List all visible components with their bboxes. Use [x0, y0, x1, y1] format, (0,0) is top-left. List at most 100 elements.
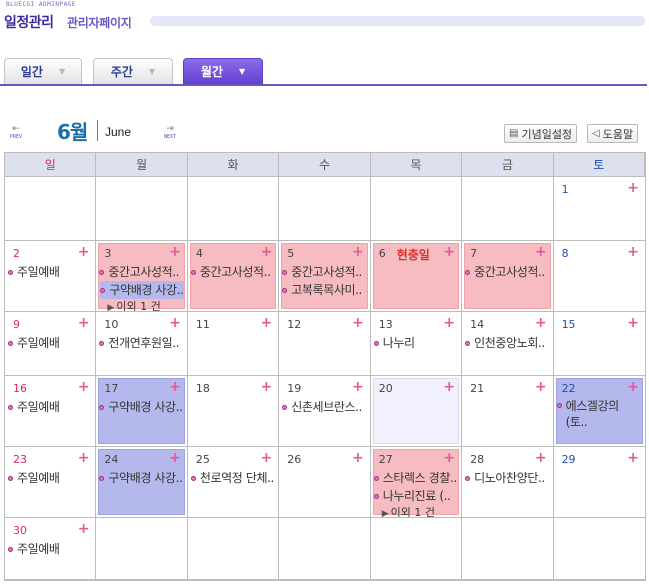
day-cell[interactable]: 24 + 구약배경 사강..	[96, 447, 188, 518]
event-item[interactable]: 나누리	[373, 334, 459, 352]
day-cell[interactable]: 4 + 중간고사성적..	[187, 241, 280, 312]
day-cell[interactable]: 11 +	[187, 312, 280, 376]
month-separator	[97, 120, 98, 141]
day-cell[interactable]: 2 + 주일예배	[5, 241, 97, 312]
event-item[interactable]: 고복록목사미..	[282, 281, 367, 299]
add-event-icon[interactable]: +	[169, 316, 181, 330]
event-item[interactable]: 천로역정 단체..	[190, 469, 276, 487]
brand-small-text: BLUECGI ADMINPAGE	[6, 1, 76, 8]
add-event-icon[interactable]: +	[535, 316, 547, 330]
day-cell[interactable]: 1 +	[553, 177, 645, 241]
day-cell[interactable]: 13 + 나누리	[370, 312, 463, 376]
event-item[interactable]: 주일예배	[8, 398, 93, 416]
bullet-icon	[99, 340, 105, 346]
event-item[interactable]: 중간고사성적..	[465, 263, 550, 281]
add-event-icon[interactable]: +	[443, 245, 455, 259]
tab-weekly[interactable]: 주간 ▼	[93, 58, 173, 84]
day-cell[interactable]: 7 + 중간고사성적..	[462, 241, 554, 312]
event-item[interactable]: 인천중앙노회..	[465, 334, 550, 352]
prev-month-button[interactable]: ⇤ PREV	[5, 124, 27, 141]
anniversary-settings-button[interactable]: ▤ 기념일설정	[504, 124, 578, 143]
day-cell[interactable]: 25 + 천로역정 단체..	[187, 447, 280, 518]
day-cell[interactable]: 28 + 디노아찬양단..	[462, 447, 554, 518]
day-cell[interactable]: 10 + 전개연후원일..	[96, 312, 188, 376]
add-event-icon[interactable]: +	[352, 316, 364, 330]
day-cell[interactable]: 27 + 스타렉스 경찰.. 나누리진료 (.. ▶ 이외 1 건	[370, 447, 463, 518]
add-event-icon[interactable]: +	[261, 451, 273, 465]
event-item[interactable]: 구약배경 사강..	[99, 469, 184, 487]
event-item[interactable]: 디노아찬양단..	[465, 469, 550, 487]
day-cell[interactable]: 16 + 주일예배	[5, 376, 97, 447]
event-item[interactable]: 구약배경 사강..	[99, 398, 184, 416]
day-cell[interactable]: 3 + 중간고사성적.. 구약배경 사강.. ▶ 이외 1 건	[96, 241, 188, 312]
event-item[interactable]: 신촌세브란스..	[282, 398, 367, 416]
event-item[interactable]: 전개연후원일..	[99, 334, 184, 352]
day-cell[interactable]: 30 + 주일예배	[5, 518, 97, 580]
add-event-icon[interactable]: +	[78, 245, 90, 259]
weekday-header-tue: 화	[187, 153, 280, 177]
event-item[interactable]: 스타렉스 경찰..	[373, 469, 459, 487]
add-event-icon[interactable]: +	[443, 316, 455, 330]
add-event-icon[interactable]: +	[627, 181, 639, 195]
add-event-icon[interactable]: +	[627, 380, 639, 394]
add-event-icon[interactable]: +	[261, 245, 273, 259]
day-cell[interactable]: 21 +	[462, 376, 554, 447]
event-item[interactable]: 주일예배	[8, 540, 93, 558]
event-item[interactable]: 중간고사성적..	[99, 263, 184, 281]
day-cell[interactable]: 6 현충일 +	[370, 241, 463, 312]
day-cell[interactable]: 17 + 구약배경 사강..	[96, 376, 188, 447]
day-cell[interactable]: 26 +	[279, 447, 371, 518]
next-month-button[interactable]: ⇥ NEXT	[159, 124, 181, 141]
event-item[interactable]: 중간고사성적..	[282, 263, 367, 281]
event-item[interactable]: 주일예배	[8, 263, 93, 281]
event-item[interactable]: 구약배경 사강..	[100, 281, 184, 299]
add-event-icon[interactable]: +	[352, 451, 364, 465]
more-events-link[interactable]: ▶ 이외 1 건	[374, 505, 459, 517]
day-number: 20	[378, 382, 393, 395]
add-event-icon[interactable]: +	[261, 380, 273, 394]
add-event-icon[interactable]: +	[78, 522, 90, 536]
day-cell[interactable]: 14 + 인천중앙노회..	[462, 312, 554, 376]
add-event-icon[interactable]: +	[78, 451, 90, 465]
speaker-icon: ◁	[592, 128, 600, 139]
add-event-icon[interactable]: +	[535, 380, 547, 394]
add-event-icon[interactable]: +	[78, 380, 90, 394]
empty-day-cell	[370, 177, 463, 241]
add-event-icon[interactable]: +	[627, 451, 639, 465]
add-event-icon[interactable]: +	[443, 380, 455, 394]
day-cell[interactable]: 22 + 에스겔강의 (토..	[553, 376, 645, 447]
event-item[interactable]: 중간고사성적..	[190, 263, 276, 281]
add-event-icon[interactable]: +	[169, 380, 181, 394]
day-cell[interactable]: 29 +	[553, 447, 645, 518]
day-cell[interactable]: 8 +	[553, 241, 645, 312]
day-cell[interactable]: 12 +	[279, 312, 371, 376]
add-event-icon[interactable]: +	[443, 451, 455, 465]
add-event-icon[interactable]: +	[627, 245, 639, 259]
add-event-icon[interactable]: +	[627, 316, 639, 330]
event-item[interactable]: 주일예배	[8, 469, 93, 487]
add-event-icon[interactable]: +	[535, 451, 547, 465]
event-item[interactable]: 나누리진료 (..	[373, 487, 459, 505]
day-cell[interactable]: 9 + 주일예배	[5, 312, 97, 376]
add-event-icon[interactable]: +	[352, 380, 364, 394]
day-cell[interactable]: 23 + 주일예배	[5, 447, 97, 518]
add-event-icon[interactable]: +	[78, 316, 90, 330]
day-cell[interactable]: 18 +	[187, 376, 280, 447]
help-button[interactable]: ◁ 도움말	[587, 124, 639, 143]
event-title: 디노아찬양단..	[474, 471, 545, 485]
more-events-link[interactable]: ▶ 이외 1 건	[99, 299, 184, 311]
day-cell[interactable]: 15 +	[553, 312, 645, 376]
empty-day-cell	[553, 518, 645, 580]
add-event-icon[interactable]: +	[169, 451, 181, 465]
day-cell[interactable]: 5 + 중간고사성적.. 고복록목사미..	[279, 241, 371, 312]
day-cell[interactable]: 20 +	[370, 376, 463, 447]
add-event-icon[interactable]: +	[169, 245, 181, 259]
tab-daily[interactable]: 일간 ▼	[4, 58, 82, 84]
day-cell[interactable]: 19 + 신촌세브란스..	[279, 376, 371, 447]
tab-monthly[interactable]: 월간 ▼	[183, 58, 263, 84]
add-event-icon[interactable]: +	[261, 316, 273, 330]
add-event-icon[interactable]: +	[535, 245, 547, 259]
add-event-icon[interactable]: +	[352, 245, 364, 259]
event-item[interactable]: 에스겔강의 (토..	[556, 398, 643, 430]
event-item[interactable]: 주일예배	[8, 334, 93, 352]
